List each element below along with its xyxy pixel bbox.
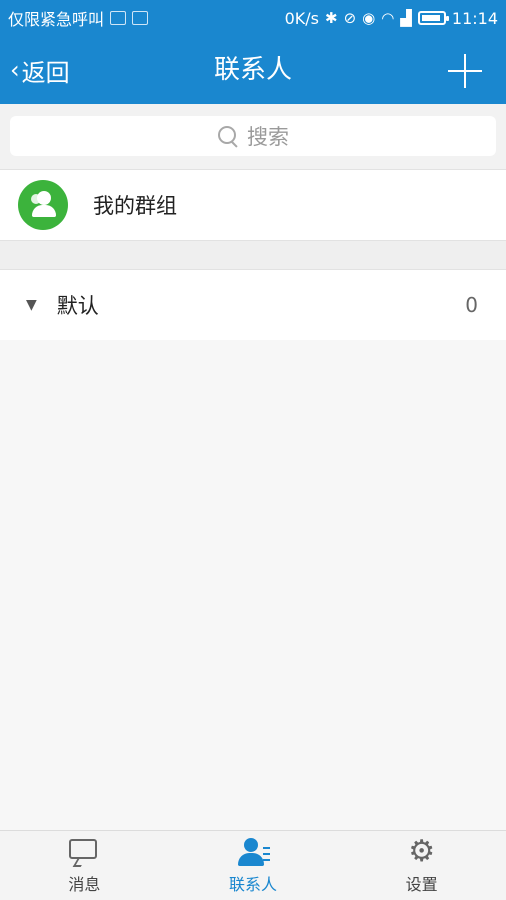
bluetooth-icon: ✱ [325,9,338,27]
back-button[interactable]: ‹ 返回 [10,36,70,104]
contact-list-empty-area [0,340,506,830]
contacts-icon [236,837,270,867]
my-groups-label: 我的群组 [93,194,177,218]
search-placeholder: 搜索 [247,125,289,149]
network-speed: 0K/s [284,8,319,28]
message-icon [67,837,101,867]
eye-icon: ◉ [362,9,376,27]
status-bar: 仅限紧急呼叫 0K/s ✱ ⊘ ◉ ◠ ▟ 11:14 [0,0,506,36]
signal-icon: ▟ [400,9,412,27]
tab-settings[interactable]: ⚙ 设置 [337,831,506,900]
tab-settings-label: 设置 [405,874,438,894]
section-divider [0,241,506,270]
mute-icon: ⊘ [343,9,357,27]
my-groups-row[interactable]: 我的群组 [0,170,506,241]
battery-icon [417,11,449,25]
default-group-count: 0 [465,293,478,317]
nav-bar: ‹ 返回 联系人 [0,36,506,104]
search-input[interactable]: 搜索 [10,116,496,156]
search-icon [217,125,239,147]
tab-bar: 消息 联系人 ⚙ 设置 [0,830,506,900]
chevron-left-icon: ‹ [10,56,20,84]
carrier-text: 仅限紧急呼叫 [8,10,105,29]
clock: 11:14 [451,8,498,28]
back-label: 返回 [21,58,70,87]
default-group-row[interactable]: ▼ 默认 0 [0,270,506,340]
status-left: 仅限紧急呼叫 [8,6,149,30]
group-avatar-icon [18,180,68,230]
default-group-label: 默认 [56,294,99,318]
caret-down-icon: ▼ [26,297,37,313]
tab-messages-label: 消息 [68,874,101,894]
plus-icon[interactable] [448,54,482,88]
gallery-icon [110,11,127,25]
search-area: 搜索 [0,104,506,170]
wifi-icon: ◠ [381,9,395,27]
tab-contacts-label: 联系人 [229,874,278,894]
tab-contacts[interactable]: 联系人 [169,831,338,900]
gear-icon: ⚙ [408,833,436,869]
image-icon [132,11,149,25]
tab-messages[interactable]: 消息 [0,831,169,900]
status-right: 0K/s ✱ ⊘ ◉ ◠ ▟ 11:14 [285,9,498,28]
page-title: 联系人 [213,55,292,85]
